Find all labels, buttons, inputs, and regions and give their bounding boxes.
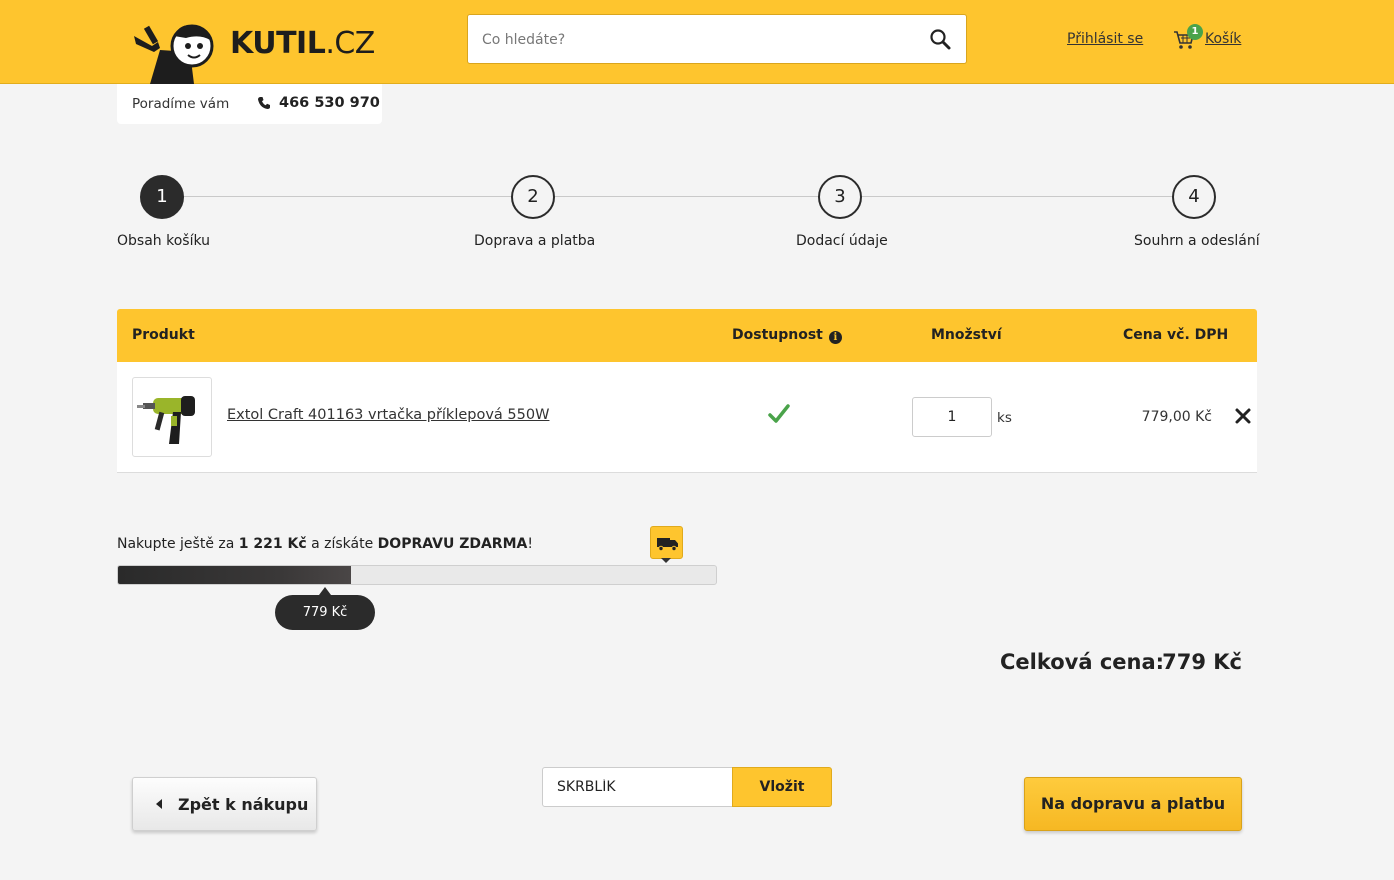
column-header-product: Produkt [132, 327, 195, 343]
marker-pointer [661, 558, 671, 563]
progress-fill [118, 566, 352, 584]
search-icon[interactable] [928, 27, 952, 51]
site-logo[interactable]: KUTIL.CZ [130, 22, 380, 86]
mascot-logo-icon [134, 24, 214, 84]
step-3-label[interactable]: Dodací údaje [796, 233, 888, 249]
free-shipping-marker [650, 526, 683, 559]
info-icon[interactable]: i [828, 331, 842, 344]
progress-current-value: 779 Kč [275, 595, 375, 630]
cart-label: Košík [1205, 31, 1242, 47]
table-row: Extol Craft 401163 vrtačka příklepová 55… [117, 362, 1257, 473]
advice-box: Poradíme vám 466 530 970 [117, 84, 382, 124]
search-input[interactable] [482, 27, 912, 53]
phone-icon [258, 97, 270, 109]
product-name-link[interactable]: Extol Craft 401163 vrtačka příklepová 55… [227, 407, 549, 423]
truck-icon [657, 538, 678, 552]
step-2-label[interactable]: Doprava a platba [474, 233, 595, 249]
advice-phone-number[interactable]: 466 530 970 [279, 95, 380, 111]
caret-left-icon [156, 799, 162, 809]
step-1-label[interactable]: Obsah košíku [117, 233, 210, 249]
drill-image [137, 396, 195, 444]
quantity-unit: ks [997, 410, 1012, 426]
back-button-label: Zpět k nákupu [178, 795, 309, 814]
search-box [467, 14, 967, 64]
remove-item-icon[interactable] [1234, 407, 1252, 425]
item-price: 779,00 Kč [1141, 409, 1212, 425]
step-3-circle[interactable]: 3 [818, 175, 862, 219]
free-shipping-message: Nakupte ještě za 1 221 Kč a získáte DOPR… [117, 536, 533, 552]
cart-count-badge: 1 [1187, 24, 1203, 40]
steps-progress-line [162, 196, 1194, 197]
column-header-availability: Dostupnost i [732, 327, 842, 344]
cart-table-header: Produkt Dostupnost i Množství Cena vč. DP… [117, 309, 1257, 362]
logo-wordmark: KUTIL.CZ [230, 26, 375, 61]
coupon-input[interactable] [542, 767, 733, 807]
progress-tooltip-pointer [319, 587, 331, 595]
step-2-circle[interactable]: 2 [511, 175, 555, 219]
apply-coupon-button[interactable]: Vložit [732, 767, 832, 807]
step-4-circle[interactable]: 4 [1172, 175, 1216, 219]
column-header-price: Cena vč. DPH [1123, 327, 1229, 343]
checkmark-icon [768, 404, 790, 423]
product-thumbnail[interactable] [132, 377, 212, 457]
total-price-label: Celková cena: [1000, 650, 1165, 674]
free-shipping-progress-bar [117, 565, 717, 585]
advice-label: Poradíme vám [132, 96, 230, 112]
step-4-label[interactable]: Souhrn a odeslání [1134, 233, 1260, 249]
total-price-value: 779 Kč [1162, 650, 1242, 674]
continue-to-shipping-button[interactable]: Na dopravu a platbu [1024, 777, 1242, 831]
login-link[interactable]: Přihlásit se [1067, 31, 1143, 47]
site-header: KUTIL.CZ Přihlásit se 1 Košík [0, 0, 1394, 84]
step-1-circle[interactable]: 1 [140, 175, 184, 219]
column-header-quantity: Množství [931, 327, 1002, 343]
back-to-shopping-button[interactable]: Zpět k nákupu [132, 777, 317, 831]
quantity-input[interactable] [912, 397, 992, 437]
